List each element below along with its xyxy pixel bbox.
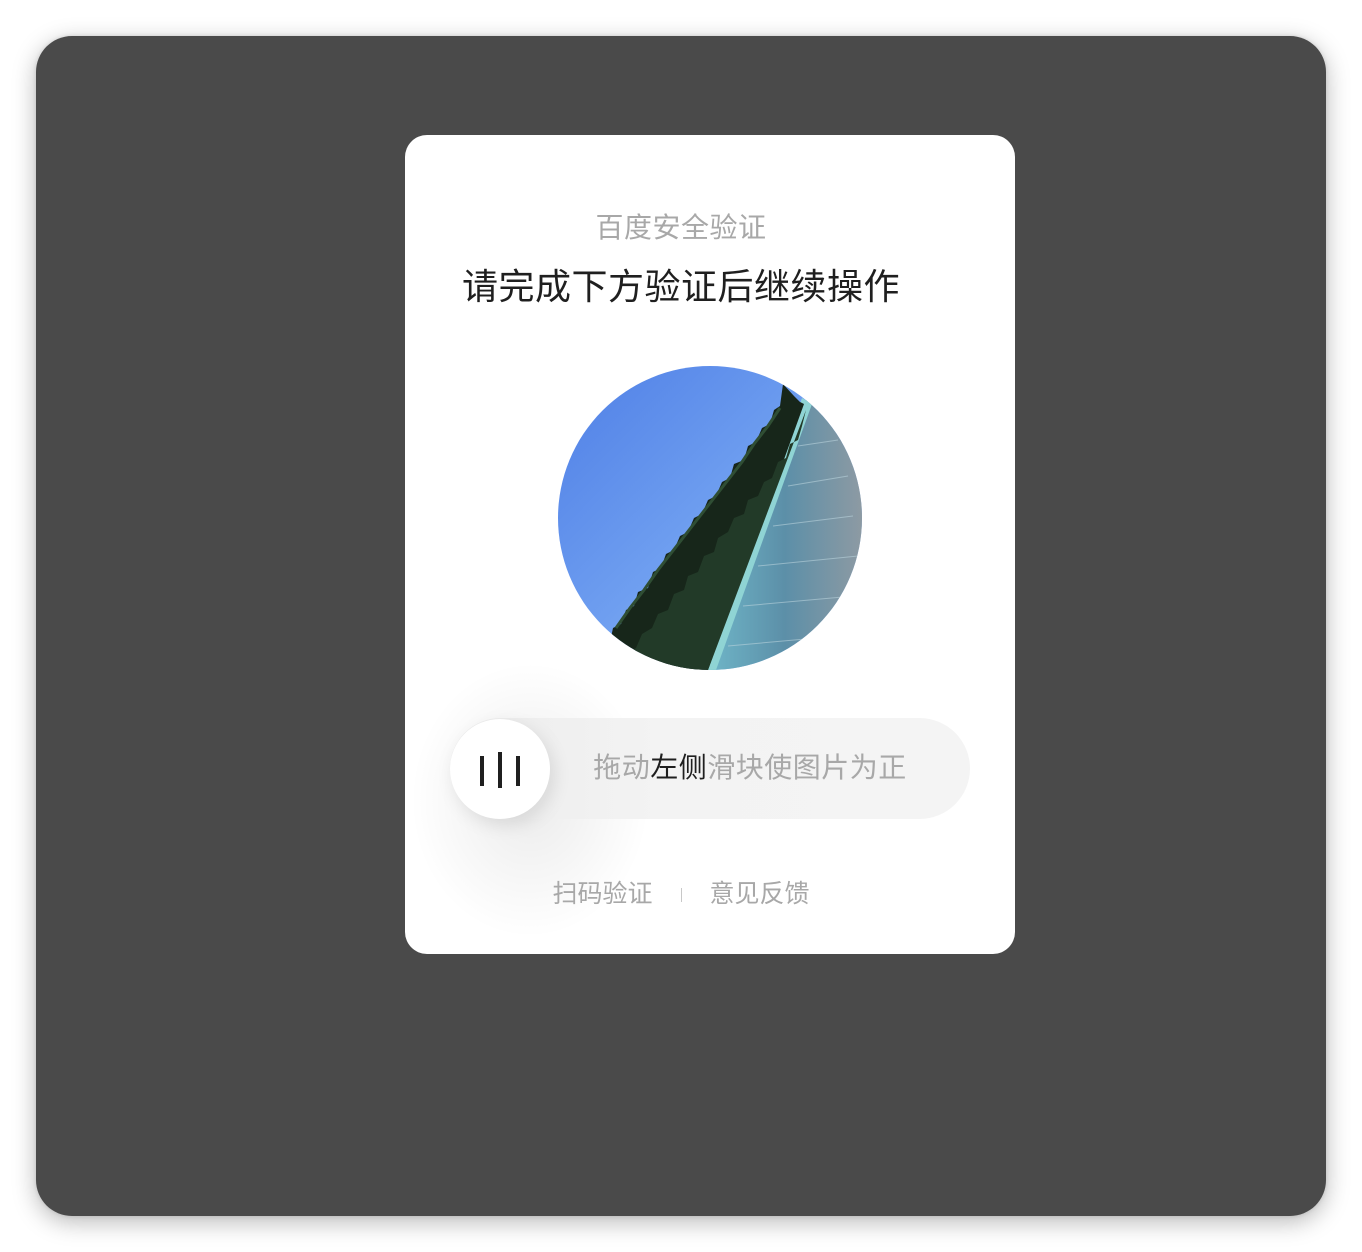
verification-title: 请完成下方验证后继续操作 bbox=[461, 267, 900, 308]
verification-footer: 扫码验证 意见反馈 bbox=[0, 874, 1362, 914]
scan-verify-link[interactable]: 扫码验证 bbox=[553, 879, 653, 908]
landscape-image bbox=[558, 366, 862, 670]
slider-hint-highlight: 左侧 bbox=[650, 751, 708, 784]
verification-subtitle: 百度安全验证 bbox=[595, 211, 767, 244]
grip-bars-icon bbox=[480, 752, 520, 788]
slider-hint-suffix: 滑块使图片为正 bbox=[707, 751, 907, 784]
footer-divider bbox=[680, 888, 682, 902]
slider-hint-prefix: 拖动 bbox=[593, 751, 651, 784]
slider-handle[interactable] bbox=[450, 719, 550, 819]
rotated-puzzle-image bbox=[558, 366, 862, 670]
feedback-link[interactable]: 意见反馈 bbox=[709, 879, 809, 908]
slider-hint: 拖动左侧滑块使图片为正 bbox=[560, 746, 940, 790]
